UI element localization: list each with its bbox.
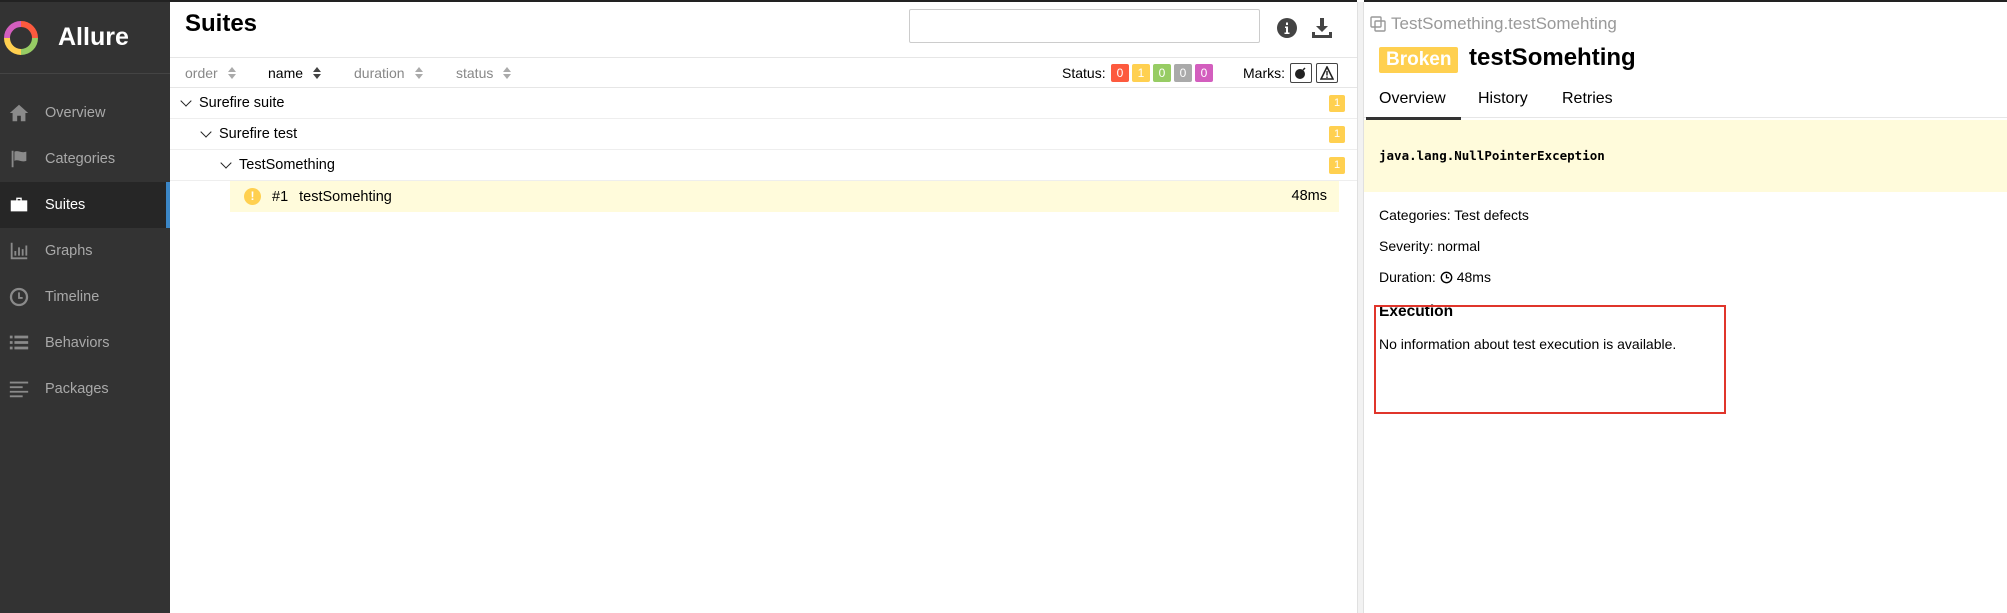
home-icon <box>7 101 31 125</box>
sort-by-order[interactable]: order <box>185 65 236 81</box>
sidebar-item-packages[interactable]: Packages <box>0 366 170 412</box>
sidebar-item-label: Graphs <box>45 243 93 259</box>
sidebar-item-overview[interactable]: Overview <box>0 90 170 136</box>
tab-retries[interactable]: Retries <box>1562 90 1613 108</box>
sidebar-item-suites[interactable]: Suites <box>0 182 170 228</box>
detail-tabs: Overview History Retries <box>1364 82 2007 120</box>
pane-splitter[interactable] <box>1357 2 1364 613</box>
duration-label: Duration: <box>1379 269 1436 285</box>
severity-field: Severity: normal <box>1379 238 1481 254</box>
test-case-row[interactable]: ! #1 testSomehting 48ms <box>230 181 1339 212</box>
test-case-number: #1 <box>272 188 289 205</box>
tree-group-surefire-test[interactable]: Surefire test 1 <box>170 119 1357 150</box>
status-failed-toggle[interactable]: 0 <box>1111 64 1129 82</box>
warning-icon <box>1320 66 1334 80</box>
chevron-down-icon <box>220 157 232 169</box>
test-detail-pane: TestSomething.testSomehting Broken testS… <box>1364 0 2007 613</box>
status-passed-toggle[interactable]: 0 <box>1153 64 1171 82</box>
copy-icon <box>1370 16 1386 32</box>
sort-by-status[interactable]: status <box>456 65 512 81</box>
tree-group-label: Surefire suite <box>199 95 285 111</box>
sidebar-item-label: Timeline <box>45 289 100 305</box>
info-icon[interactable] <box>1275 16 1299 40</box>
download-icon[interactable] <box>1310 16 1334 40</box>
tab-history[interactable]: History <box>1478 90 1528 108</box>
breadcrumb-text: TestSomething.testSomehting <box>1391 14 1617 33</box>
sort-by-name[interactable]: name <box>268 65 322 81</box>
suites-pane: Suites order name duration status Status… <box>170 0 1357 613</box>
sort-by-duration[interactable]: duration <box>354 65 423 81</box>
sidebar: Allure Overview Categories Suites Graphs… <box>0 0 170 613</box>
sidebar-item-categories[interactable]: Categories <box>0 136 170 182</box>
brand[interactable]: Allure <box>0 2 170 74</box>
flaky-mark-toggle[interactable] <box>1290 63 1312 83</box>
page-title: Suites <box>185 10 258 37</box>
chevron-down-icon <box>200 126 212 138</box>
allure-logo-icon <box>4 20 38 55</box>
categories-field: Categories: Test defects <box>1379 207 1529 223</box>
sort-bar: order name duration status Status: 0 1 0… <box>170 58 1357 88</box>
sidebar-nav: Overview Categories Suites Graphs Timeli… <box>0 90 170 412</box>
briefcase-icon <box>7 193 31 217</box>
brand-name: Allure <box>58 23 129 51</box>
tree-group-label: Surefire test <box>219 126 298 142</box>
status-broken-toggle[interactable]: 1 <box>1132 64 1150 82</box>
sidebar-item-graphs[interactable]: Graphs <box>0 228 170 274</box>
sort-icon <box>503 67 512 79</box>
sort-icon <box>227 67 236 79</box>
clock-icon <box>1440 271 1453 283</box>
status-skipped-toggle[interactable]: 0 <box>1174 64 1192 82</box>
duration-value: 48ms <box>1456 269 1491 285</box>
duration-field: Duration: 48ms <box>1379 269 1491 285</box>
sidebar-item-timeline[interactable]: Timeline <box>0 274 170 320</box>
sidebar-item-label: Behaviors <box>45 335 110 351</box>
sort-icon <box>313 67 322 79</box>
sort-icon <box>414 67 423 79</box>
marks-label: Marks: <box>1243 65 1285 81</box>
sort-label: name <box>268 65 304 81</box>
sidebar-item-label: Packages <box>45 381 109 397</box>
flag-icon <box>7 147 31 171</box>
align-left-icon <box>7 377 31 401</box>
broken-status-icon: ! <box>244 188 261 205</box>
sidebar-item-label: Categories <box>45 151 116 167</box>
sort-label: duration <box>354 65 405 81</box>
error-message: java.lang.NullPointerException <box>1379 148 1605 163</box>
list-icon <box>7 331 31 355</box>
bomb-icon <box>1295 67 1306 79</box>
tree-group-label: TestSomething <box>239 157 335 173</box>
tree-group-testsomething[interactable]: TestSomething 1 <box>170 150 1357 181</box>
sort-label: order <box>185 65 218 81</box>
tree-group-surefire-suite[interactable]: Surefire suite 1 <box>170 88 1357 119</box>
broken-count-badge: 1 <box>1329 95 1345 112</box>
chevron-down-icon <box>180 95 192 107</box>
status-unknown-toggle[interactable]: 0 <box>1195 64 1213 82</box>
tab-overview[interactable]: Overview <box>1366 90 1461 120</box>
suites-header: Suites <box>170 2 1357 58</box>
sidebar-item-label: Suites <box>45 197 86 213</box>
status-badge: Broken <box>1379 47 1459 73</box>
breadcrumb: TestSomething.testSomehting <box>1369 14 1617 34</box>
new-failed-mark-toggle[interactable] <box>1316 63 1338 83</box>
highlight-box <box>1374 305 1726 414</box>
sort-label: status <box>456 65 494 81</box>
test-case-name: testSomehting <box>299 188 392 205</box>
bar-chart-icon <box>7 239 31 263</box>
sidebar-item-label: Overview <box>45 105 106 121</box>
clock-icon <box>7 285 31 309</box>
test-title: testSomehting <box>1469 44 1636 71</box>
search-input[interactable] <box>909 9 1260 43</box>
sidebar-item-behaviors[interactable]: Behaviors <box>0 320 170 366</box>
broken-count-badge: 1 <box>1329 157 1345 174</box>
status-filter-label: Status: <box>1062 65 1106 81</box>
test-case-duration: 48ms <box>1291 188 1327 204</box>
error-message-box[interactable]: java.lang.NullPointerException <box>1364 120 2007 192</box>
broken-count-badge: 1 <box>1329 126 1345 143</box>
